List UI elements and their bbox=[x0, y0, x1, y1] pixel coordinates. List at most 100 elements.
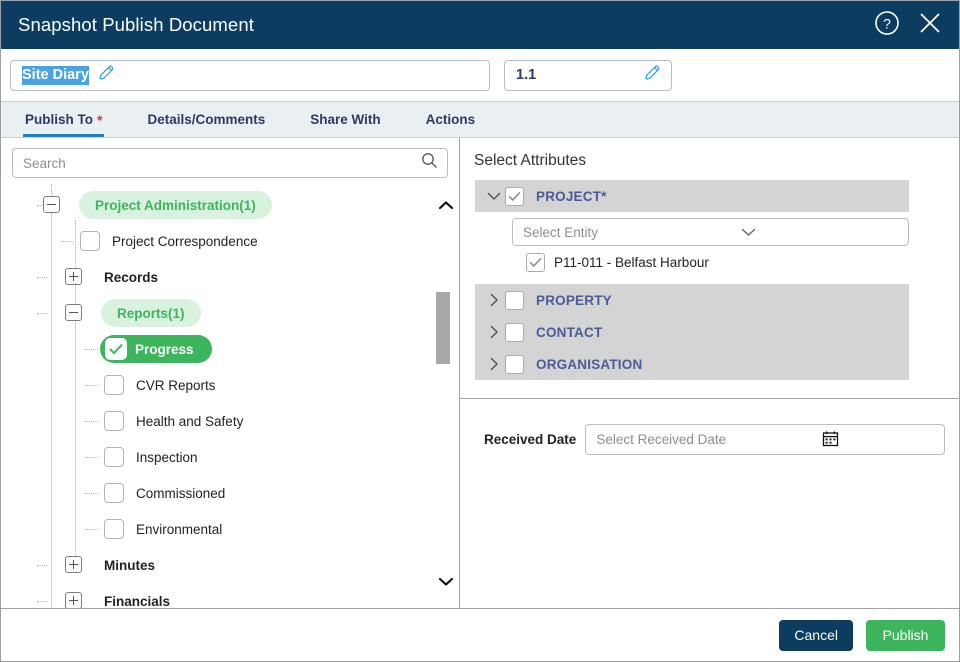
tree-item-label[interactable]: Inspection bbox=[136, 450, 198, 465]
expand-toggle-icon[interactable] bbox=[65, 268, 82, 285]
chevron-down-icon[interactable] bbox=[483, 191, 505, 201]
accordion-row-organisation[interactable]: ORGANISATION bbox=[475, 348, 909, 380]
version-value[interactable]: 1.1 bbox=[516, 67, 635, 83]
tree-checkbox[interactable] bbox=[104, 411, 124, 431]
pencil-icon[interactable] bbox=[97, 63, 116, 87]
tab-label: Publish To bbox=[25, 112, 93, 127]
tree-checkbox[interactable] bbox=[104, 519, 124, 539]
tree-node-health-and-safety[interactable]: Health and Safety bbox=[1, 403, 433, 439]
tree-node-records[interactable]: Records bbox=[1, 259, 433, 295]
tree-node-reports[interactable]: Reports(1) bbox=[1, 295, 433, 331]
search-input[interactable] bbox=[23, 156, 421, 171]
collapse-toggle-icon[interactable] bbox=[65, 304, 82, 321]
chevron-down-icon[interactable] bbox=[438, 574, 454, 592]
chevron-right-icon[interactable] bbox=[483, 325, 505, 339]
tree-node-inspection[interactable]: Inspection bbox=[1, 439, 433, 475]
tree-checkbox[interactable] bbox=[80, 231, 100, 251]
accordion-checkbox[interactable] bbox=[505, 355, 524, 374]
tree-node-financials[interactable]: Financials bbox=[1, 583, 433, 608]
tree-item-label[interactable]: Records bbox=[104, 270, 158, 285]
expand-toggle-icon[interactable] bbox=[65, 556, 82, 573]
accordion-row-contact[interactable]: CONTACT bbox=[475, 316, 909, 348]
svg-text:?: ? bbox=[883, 15, 891, 31]
entity-checkbox-checked[interactable] bbox=[526, 253, 545, 272]
tree-dash bbox=[85, 493, 98, 494]
tree-checkbox-checked[interactable] bbox=[105, 338, 127, 360]
search-box[interactable] bbox=[12, 148, 448, 178]
chevron-right-icon[interactable] bbox=[483, 293, 505, 307]
publish-button[interactable]: Publish bbox=[866, 620, 945, 651]
close-icon[interactable] bbox=[917, 10, 943, 41]
tree-node-progress[interactable]: Progress bbox=[1, 331, 433, 367]
cancel-button[interactable]: Cancel bbox=[779, 620, 853, 651]
tree-checkbox[interactable] bbox=[104, 447, 124, 467]
tree-group-label[interactable]: Reports(1) bbox=[101, 299, 201, 327]
tab-publish-to[interactable]: Publish To * bbox=[23, 102, 104, 137]
tree-item-label[interactable]: CVR Reports bbox=[136, 378, 216, 393]
received-date-placeholder: Select Received Date bbox=[596, 432, 822, 447]
tree-item-label[interactable]: Health and Safety bbox=[136, 414, 243, 429]
tree-dash bbox=[85, 349, 98, 350]
attributes-accordion: PROJECT* Select Entity bbox=[460, 180, 959, 380]
version-field[interactable]: 1.1 bbox=[504, 60, 672, 91]
accordion-row-project[interactable]: PROJECT* bbox=[475, 180, 909, 212]
tree-item-label[interactable]: Environmental bbox=[136, 522, 222, 537]
search-container bbox=[1, 138, 459, 184]
collapse-toggle-icon[interactable] bbox=[43, 196, 60, 213]
tree-node-commissioned[interactable]: Commissioned bbox=[1, 475, 433, 511]
tree-checkbox[interactable] bbox=[104, 483, 124, 503]
tree-dash bbox=[61, 241, 74, 242]
accordion-checkbox[interactable] bbox=[505, 291, 524, 310]
tree-item-label[interactable]: Commissioned bbox=[136, 486, 225, 501]
tree-item-label: Progress bbox=[135, 342, 194, 357]
tree-node-minutes[interactable]: Minutes bbox=[1, 547, 433, 583]
tree-group-label[interactable]: Project Administration(1) bbox=[79, 191, 272, 219]
chevron-down-icon[interactable] bbox=[741, 225, 899, 240]
dialog-body: Project Administration(1) Project Corres… bbox=[1, 138, 959, 608]
tree-node-project-correspondence[interactable]: Project Correspondence bbox=[1, 223, 433, 259]
scrollbar-thumb[interactable] bbox=[436, 292, 450, 364]
search-icon[interactable] bbox=[421, 152, 438, 174]
tree-dash bbox=[37, 313, 47, 314]
tree-dash bbox=[85, 421, 98, 422]
received-date-label: Received Date bbox=[484, 432, 576, 447]
pencil-icon[interactable] bbox=[643, 63, 662, 87]
chevron-right-icon[interactable] bbox=[483, 357, 505, 371]
tree-item-label[interactable]: Project Correspondence bbox=[112, 234, 258, 249]
tree-node-project-administration[interactable]: Project Administration(1) bbox=[1, 187, 433, 223]
snapshot-publish-dialog: Snapshot Publish Document ? Site Diary bbox=[0, 0, 960, 662]
tree-item-label[interactable]: Minutes bbox=[104, 558, 155, 573]
chevron-up-icon[interactable] bbox=[438, 198, 454, 216]
tree-dash bbox=[85, 385, 98, 386]
document-name-row: Site Diary 1.1 bbox=[1, 49, 959, 101]
accordion-checkbox-checked[interactable] bbox=[505, 187, 524, 206]
tree-node-cvr-reports[interactable]: CVR Reports bbox=[1, 367, 433, 403]
tree-dash bbox=[37, 565, 47, 566]
tree-checkbox[interactable] bbox=[104, 375, 124, 395]
help-circle-icon[interactable]: ? bbox=[874, 10, 900, 41]
entity-list-item[interactable]: P11-011 - Belfast Harbour bbox=[475, 246, 909, 278]
received-date-field[interactable]: Select Received Date bbox=[585, 424, 945, 455]
expand-toggle-icon[interactable] bbox=[65, 592, 82, 608]
tab-details-comments[interactable]: Details/Comments bbox=[145, 102, 267, 137]
document-name-value[interactable]: Site Diary bbox=[22, 66, 89, 85]
tab-label: Actions bbox=[426, 112, 476, 127]
tree-item-selected[interactable]: Progress bbox=[100, 335, 212, 363]
tab-share-with[interactable]: Share With bbox=[308, 102, 382, 137]
accordion-checkbox[interactable] bbox=[505, 323, 524, 342]
titlebar-actions: ? bbox=[874, 10, 943, 41]
tree-node-environmental[interactable]: Environmental bbox=[1, 511, 433, 547]
dialog-footer: Cancel Publish bbox=[1, 608, 959, 661]
entity-select-dropdown[interactable]: Select Entity bbox=[512, 218, 909, 246]
tree-item-label[interactable]: Financials bbox=[104, 594, 170, 609]
accordion-row-property[interactable]: PROPERTY bbox=[475, 284, 909, 316]
accordion-label: ORGANISATION bbox=[536, 357, 642, 372]
tree-scrollbar[interactable] bbox=[433, 184, 458, 608]
document-name-field[interactable]: Site Diary bbox=[10, 60, 490, 91]
tab-actions[interactable]: Actions bbox=[424, 102, 478, 137]
required-asterisk: * bbox=[97, 112, 102, 128]
project-entity-panel: Select Entity P11-01 bbox=[475, 212, 909, 284]
calendar-icon[interactable] bbox=[822, 430, 935, 450]
received-date-row: Received Date Select Received Date bbox=[460, 399, 959, 455]
select-attributes-pane: Select Attributes PROJECT* bbox=[460, 138, 959, 608]
